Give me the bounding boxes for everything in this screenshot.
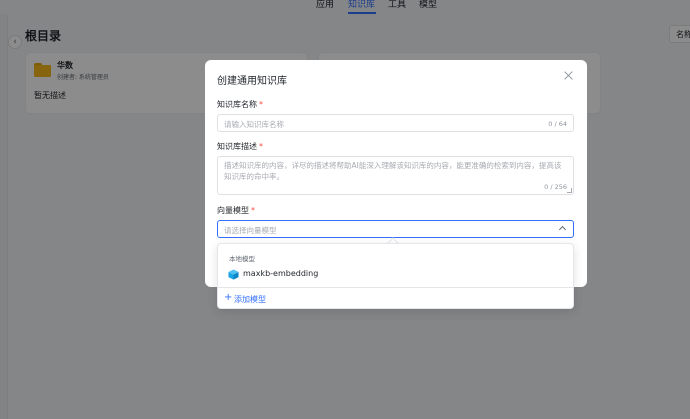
model-dropdown: 本地模型 maxkb-embedding + 添加模型 — [217, 243, 574, 309]
desc-field-label: 知识库描述 * — [217, 142, 263, 151]
model-select-placeholder: 请选择向量模型 — [224, 226, 277, 235]
required-mark: * — [251, 206, 255, 215]
required-mark: * — [259, 100, 263, 109]
chevron-up-icon — [558, 225, 567, 234]
plus-icon: + — [224, 292, 233, 303]
dialog-title: 创建通用知识库 — [217, 76, 287, 87]
option-group-label: 本地模型 — [229, 255, 255, 263]
add-model-label: 添加模型 — [234, 295, 266, 304]
knowledge-description-textarea[interactable]: 描述知识库的内容，详尽的描述将帮助AI能深入理解该知识库的内容，能更准确的检索到… — [217, 156, 574, 195]
close-icon[interactable] — [563, 70, 575, 82]
cube-icon — [228, 269, 239, 280]
model-field-label: 向量模型 * — [217, 206, 255, 215]
knowledge-name-input[interactable]: 请输入知识库名称 0 / 64 — [217, 114, 574, 132]
name-input-placeholder: 请输入知识库名称 — [224, 120, 284, 129]
dropdown-divider — [218, 287, 573, 288]
name-field-label: 知识库名称 * — [217, 100, 263, 109]
model-option-label: maxkb-embedding — [243, 269, 319, 278]
embedding-model-select[interactable]: 请选择向量模型 — [217, 220, 574, 238]
desc-char-counter: 0 / 256 — [544, 183, 567, 191]
resize-handle-icon[interactable] — [567, 188, 572, 193]
required-mark: * — [259, 142, 263, 151]
desc-textarea-placeholder: 描述知识库的内容，详尽的描述将帮助AI能深入理解该知识库的内容，能更准确的检索到… — [224, 161, 562, 181]
model-option[interactable]: maxkb-embedding — [218, 264, 573, 285]
name-char-counter: 0 / 64 — [548, 120, 567, 128]
